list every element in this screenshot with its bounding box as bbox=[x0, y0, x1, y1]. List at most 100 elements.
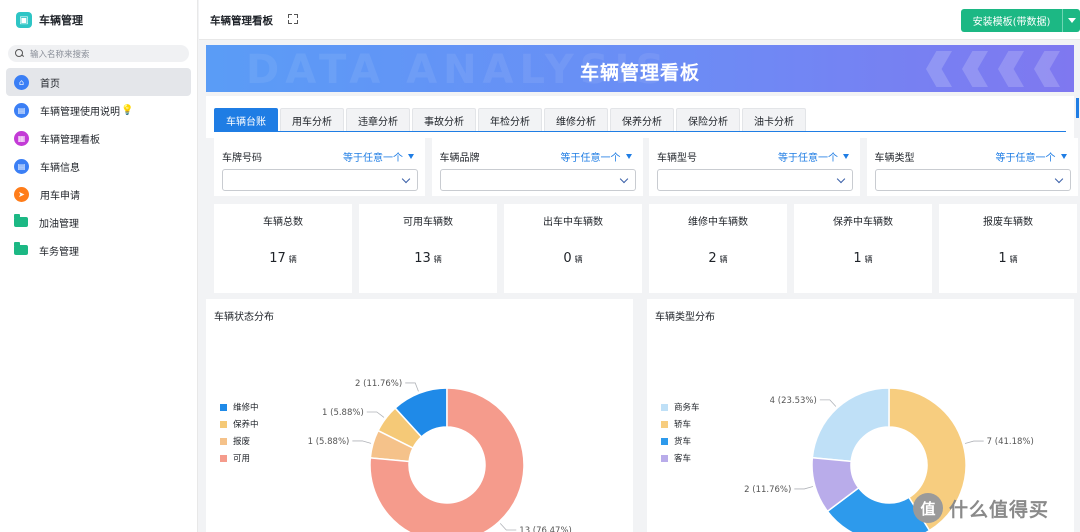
legend-label: 商务车 bbox=[674, 403, 700, 413]
data-label: 7 (41.18%) bbox=[987, 437, 1034, 447]
filter-operator-dropdown[interactable]: 等于任意一个 bbox=[343, 149, 414, 164]
chevron-down-icon bbox=[1054, 174, 1063, 184]
lightbulb-icon: 💡 bbox=[121, 104, 134, 116]
leader-line bbox=[352, 440, 372, 444]
sidebar-item-label: 车辆管理使用说明 bbox=[40, 106, 120, 118]
data-label: 1 (5.88%) bbox=[308, 437, 350, 447]
sidebar-item-3[interactable]: ▤ 车辆信息 bbox=[6, 152, 191, 180]
tab-0[interactable]: 车辆台账 bbox=[214, 108, 278, 131]
filter-select[interactable] bbox=[439, 169, 636, 191]
tab-2[interactable]: 违章分析 bbox=[346, 108, 410, 131]
sidebar-item-5[interactable]: 加油管理 bbox=[6, 208, 191, 236]
scroll-indicator bbox=[1076, 98, 1079, 118]
tab-3[interactable]: 事故分析 bbox=[412, 108, 476, 131]
dashboard-content: 车辆台账 用车分析 违章分析 事故分析 年检分析 维修分析 保养分析 保险分析 油卡分析 车牌号… bbox=[206, 96, 1078, 532]
kpi-card: 报废车辆数 1 辆 bbox=[939, 204, 1077, 293]
legend-label: 客车 bbox=[674, 454, 692, 464]
folder-icon bbox=[14, 214, 28, 227]
donut-chart: 2 (11.76%) 1 (5.88%) 1 (5.88%) 13 (76.47%) bbox=[308, 379, 572, 532]
kpi-card: 保养中车辆数 1 辆 bbox=[794, 204, 932, 293]
kpi-unit: 辆 bbox=[864, 255, 873, 264]
doc-icon: ▤ bbox=[14, 158, 29, 174]
leader-line bbox=[964, 440, 984, 444]
data-label: 13 (76.47%) bbox=[519, 526, 572, 532]
filter-select[interactable] bbox=[222, 169, 418, 191]
filter-bar: 车牌号码 等于任意一个 车辆品牌 等于任意一个 车辆型号 等于任意一个 车辆类型 等于任意一个 bbox=[206, 138, 1078, 196]
kpi-card: 可用车辆数 13 辆 bbox=[359, 204, 497, 293]
legend-swatch bbox=[661, 403, 668, 411]
tab-8[interactable]: 油卡分析 bbox=[742, 108, 806, 131]
kpi-card: 维修中车辆数 2 辆 bbox=[649, 204, 787, 293]
search-input[interactable]: 输入名称来搜索 bbox=[8, 45, 189, 62]
legend-swatch bbox=[220, 454, 227, 462]
sidebar-item-label: 车务管理 bbox=[39, 246, 79, 258]
legend-label: 报废 bbox=[233, 437, 251, 447]
legend-item: 货车 bbox=[661, 435, 691, 447]
dashboard-banner: DATA ANALYSIS 车辆管理看板 bbox=[206, 45, 1074, 92]
legend-swatch bbox=[661, 420, 668, 428]
install-options-button[interactable] bbox=[1062, 9, 1080, 32]
leader-line bbox=[405, 382, 419, 392]
data-label: 1 (5.88%) bbox=[322, 408, 364, 418]
sidebar-item-6[interactable]: 车务管理 bbox=[6, 236, 191, 264]
sidebar-item-label: 首页 bbox=[40, 78, 60, 90]
chart-title: 车辆类型分布 bbox=[655, 312, 715, 323]
kpi-value: 13 辆 bbox=[359, 251, 497, 266]
chart-title: 车辆状态分布 bbox=[214, 312, 274, 323]
filter-operator-label: 等于任意一个 bbox=[995, 153, 1056, 164]
filter-2: 车辆型号 等于任意一个 bbox=[649, 138, 860, 196]
legend-item: 可用 bbox=[220, 452, 250, 464]
install-template-button[interactable]: 安装模板(带数据) bbox=[961, 9, 1062, 32]
sidebar-item-1[interactable]: ▤ 车辆管理使用说明 💡 bbox=[6, 96, 191, 124]
kpi-number: 2 bbox=[708, 251, 717, 266]
watermark-text: 什么值得买 bbox=[949, 498, 1050, 521]
filter-label: 车辆类型 bbox=[874, 153, 915, 164]
chevron-down-icon bbox=[619, 174, 628, 184]
kpi-unit: 辆 bbox=[719, 255, 728, 264]
top-bar: 车辆管理看板 安装模板(带数据) bbox=[199, 0, 1080, 40]
kpi-value: 1辆 bbox=[794, 251, 932, 266]
analysis-tabs: 车辆台账 用车分析 违章分析 事故分析 年检分析 维修分析 保养分析 保险分析 油卡分析 bbox=[214, 108, 808, 131]
filter-operator-dropdown[interactable]: 等于任意一个 bbox=[561, 149, 632, 164]
filter-operator-dropdown[interactable]: 等于任意一个 bbox=[996, 149, 1067, 164]
legend-label: 维修中 bbox=[233, 403, 259, 413]
tab-4[interactable]: 年检分析 bbox=[478, 108, 542, 131]
sidebar-item-4[interactable]: ➤ 用车申请 bbox=[6, 180, 191, 208]
legend-item: 客车 bbox=[661, 452, 691, 464]
caret-down-icon bbox=[1060, 154, 1067, 159]
kpi-number: 17 bbox=[269, 251, 286, 266]
kpi-unit: 辆 bbox=[288, 255, 297, 264]
kpi-row: 车辆总数 17 辆可用车辆数 13 辆出车中车辆数 0 辆维修中车辆数 2 辆保养中车辆数 1 辆报… bbox=[206, 196, 1077, 299]
sidebar-item-2[interactable]: ▦ 车辆管理看板 bbox=[6, 124, 191, 152]
leader-line bbox=[794, 486, 814, 490]
data-label: 4 (23.53%) bbox=[770, 396, 817, 406]
kpi-value: 0辆 bbox=[504, 251, 642, 266]
filter-operator-dropdown[interactable]: 等于任意一个 bbox=[778, 149, 849, 164]
filter-select[interactable] bbox=[874, 169, 1071, 191]
legend-item: 商务车 bbox=[661, 401, 700, 413]
data-label: 2 (11.76%) bbox=[355, 379, 402, 389]
install-template-group: 安装模板(带数据) bbox=[961, 9, 1080, 32]
kpi-number: 1 bbox=[853, 251, 862, 266]
legend-label: 可用 bbox=[233, 454, 251, 464]
sidebar-item-0[interactable]: ⌂ 首页 bbox=[6, 68, 191, 96]
filter-label: 车牌号码 bbox=[222, 153, 262, 164]
filter-select[interactable] bbox=[657, 169, 853, 191]
tab-5[interactable]: 维修分析 bbox=[544, 108, 608, 131]
tab-6[interactable]: 保养分析 bbox=[610, 108, 674, 131]
caret-down-icon bbox=[625, 154, 632, 159]
kpi-label: 保养中车辆数 bbox=[833, 217, 893, 228]
pie-slice bbox=[811, 387, 890, 463]
sidebar-item-label: 用车申请 bbox=[40, 190, 80, 202]
fullscreen-icon[interactable] bbox=[288, 14, 298, 24]
search-icon bbox=[15, 49, 24, 58]
leader-line bbox=[819, 399, 837, 407]
send-icon: ➤ bbox=[14, 186, 29, 202]
legend-label: 轿车 bbox=[674, 420, 692, 430]
kpi-card: 车辆总数 17 辆 bbox=[214, 204, 352, 293]
tab-7[interactable]: 保险分析 bbox=[676, 108, 740, 131]
filter-label: 车辆品牌 bbox=[439, 153, 480, 164]
sidebar-item-label: 加油管理 bbox=[39, 218, 79, 230]
tab-1[interactable]: 用车分析 bbox=[280, 108, 344, 131]
home-icon: ⌂ bbox=[14, 74, 29, 90]
